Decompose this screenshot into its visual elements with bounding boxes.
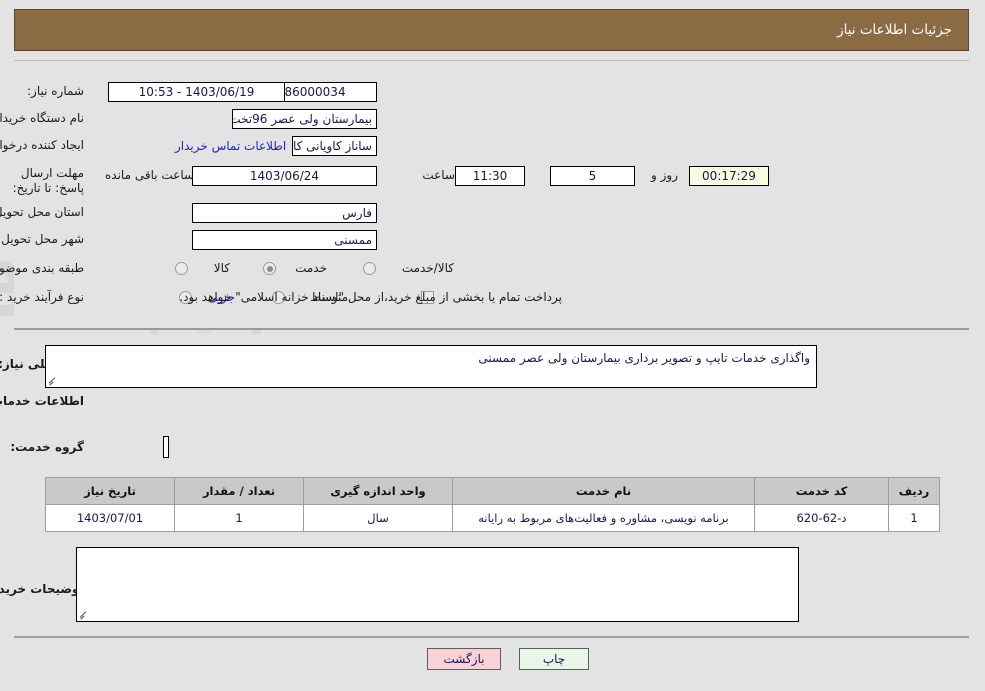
field-countdown-timer: 00:17:29 bbox=[689, 166, 769, 186]
textarea-buyer-notes[interactable] bbox=[76, 547, 799, 622]
th-service-name: نام خدمت bbox=[452, 477, 755, 505]
label-deadline-hour: ساعت bbox=[422, 168, 455, 182]
label-treasury-note: پرداخت تمام یا بخشی از مبلغ خرید،از محل … bbox=[179, 290, 562, 304]
radio-category-khedmat[interactable] bbox=[263, 262, 276, 275]
th-quantity: تعداد / مقدار bbox=[174, 477, 304, 505]
field-request-creator: ساناز کاویانی کارمند بیمارستان ولی عصر 9… bbox=[292, 136, 377, 156]
services-table: ردیف کد خدمت نام خدمت واحد اندازه گیری ت… bbox=[45, 477, 940, 532]
footer-divider bbox=[14, 636, 969, 638]
field-buyer-org: بیمارستان ولی عصر 96تخت ممسنی bbox=[232, 109, 377, 129]
cell-quantity: 1 bbox=[174, 504, 304, 532]
general-description-text: واگذاری خدمات تایپ و تصویر برداری بیمارس… bbox=[478, 351, 810, 365]
radio-category-kala[interactable] bbox=[175, 262, 188, 275]
page-header-bar: جزئیات اطلاعات نیاز bbox=[14, 9, 969, 51]
label-category-kala: کالا bbox=[213, 261, 230, 275]
heading-services-info: اطلاعات خدمات مورد نیاز bbox=[0, 394, 84, 408]
label-buyer-org: نام دستگاه خریدار: bbox=[0, 111, 84, 125]
label-request-creator: ایجاد کننده درخواست: bbox=[0, 138, 84, 152]
label-delivery-province: استان محل تحویل: bbox=[0, 205, 84, 219]
field-delivery-province: فارس bbox=[192, 203, 377, 223]
label-category-khedmat: خدمت bbox=[295, 261, 327, 275]
label-purchase-process: نوع فرآیند خرید : bbox=[0, 290, 84, 304]
link-buyer-contact-info[interactable]: اطلاعات تماس خریدار bbox=[175, 139, 286, 153]
back-button[interactable]: بازگشت bbox=[427, 648, 501, 670]
cell-service-name: برنامه نویسی، مشاوره و فعالیت‌های مربوط … bbox=[452, 504, 755, 532]
th-row-number: ردیف bbox=[888, 477, 940, 505]
cell-row-number: 1 bbox=[888, 504, 940, 532]
th-need-date: تاریخ نیاز bbox=[45, 477, 175, 505]
label-days-unit: روز و bbox=[651, 168, 678, 182]
cell-need-date: 1403/07/01 bbox=[45, 504, 175, 532]
label-time-remaining: ساعت باقی مانده bbox=[105, 168, 195, 182]
field-deadline-date: 1403/06/24 bbox=[192, 166, 377, 186]
resize-grip-icon-notes[interactable] bbox=[79, 610, 89, 620]
table-row: 1 د-62-620 برنامه نویسی، مشاوره و فعالیت… bbox=[45, 504, 940, 532]
label-need-number: شماره نیاز: bbox=[27, 84, 84, 98]
field-days-remaining: 5 bbox=[550, 166, 635, 186]
field-deadline-hour: 11:30 bbox=[455, 166, 525, 186]
label-buyer-notes: توضیحات خریدار: bbox=[0, 582, 84, 596]
cell-service-code: د-62-620 bbox=[754, 504, 889, 532]
field-delivery-city: ممسنی bbox=[192, 230, 377, 250]
label-delivery-city: شهر محل تحویل: bbox=[0, 232, 84, 246]
label-subject-category: طبقه بندی موضوعی: bbox=[0, 261, 84, 275]
print-button[interactable]: چاپ bbox=[519, 648, 589, 670]
field-announce-datetime: 1403/06/19 - 10:53 bbox=[108, 82, 285, 102]
th-unit: واحد اندازه گیری bbox=[303, 477, 453, 505]
label-category-kala-khedmat: کالا/خدمت bbox=[401, 261, 454, 275]
page-title: جزئیات اطلاعات نیاز bbox=[837, 22, 952, 38]
resize-grip-icon[interactable] bbox=[48, 376, 58, 386]
label-response-deadline: مهلت ارسال پاسخ: تا تاریخ: bbox=[12, 166, 84, 195]
label-service-group: گروه خدمت: bbox=[10, 440, 84, 454]
th-service-code: کد خدمت bbox=[754, 477, 889, 505]
field-service-group: اطلاعات و ارتباطات bbox=[163, 436, 169, 458]
table-header-row: ردیف کد خدمت نام خدمت واحد اندازه گیری ت… bbox=[45, 477, 940, 505]
radio-category-kala-khedmat[interactable] bbox=[363, 262, 376, 275]
textarea-general-description[interactable]: واگذاری خدمات تایپ و تصویر برداری بیمارس… bbox=[45, 345, 817, 388]
cell-unit: سال bbox=[303, 504, 453, 532]
